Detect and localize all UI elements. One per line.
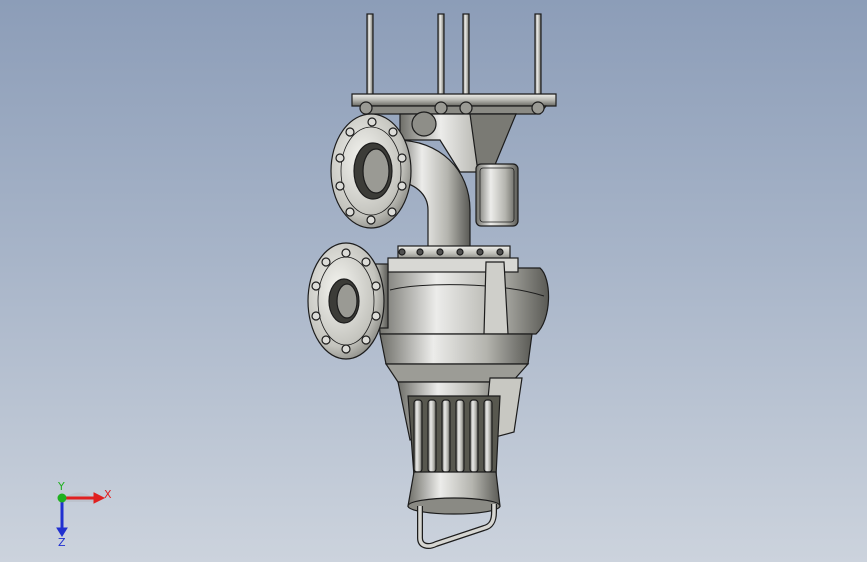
- y-axis-dot: [57, 493, 67, 503]
- graphics-viewport[interactable]: X Y Z: [0, 0, 867, 562]
- coordinate-triad: X Y Z: [56, 480, 112, 549]
- model-geometry: [307, 13, 557, 549]
- strainer-cage: [407, 395, 501, 477]
- z-axis-arrow: [56, 498, 68, 537]
- volute-casing: [375, 245, 550, 335]
- lower-flange: [307, 242, 389, 360]
- base-plate: [351, 93, 557, 115]
- y-axis-label: Y: [57, 480, 65, 493]
- anchor-bolts: [366, 13, 542, 99]
- z-axis-label: Z: [58, 536, 66, 549]
- terminal-box: [475, 163, 519, 227]
- x-axis-label: X: [104, 488, 112, 501]
- upper-flange: [330, 113, 412, 229]
- pump-assembly-model[interactable]: [0, 0, 867, 562]
